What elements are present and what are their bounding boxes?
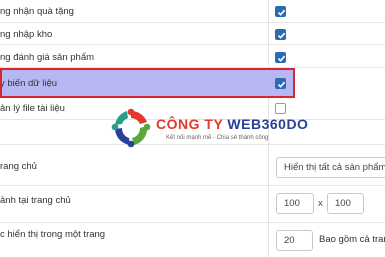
setting-row-image-size: ảnh tại trang chủ 100 x 100 [0,186,385,223]
setting-checkbox[interactable] [275,29,286,40]
setting-label: ng đánh giá sản phẩm [0,52,95,63]
per-page-suffix: Bao gồm cả trang [319,234,385,245]
setting-row: ng nhập kho [0,23,385,45]
company-logo-icon [111,108,151,148]
brand-prefix: CÔNG TY [156,116,228,132]
size-separator: x [318,198,323,209]
brand-slogan: Kết nối mạnh mẽ - Chia sẻ thành công [166,135,269,141]
setting-checkbox[interactable] [275,6,286,17]
per-page-input[interactable]: 20 [276,230,313,251]
setting-checkbox[interactable] [275,52,286,63]
checkmark-icon [277,55,286,62]
setting-label: c hiển thị trong một trang [0,229,106,240]
setting-row-home-display: rang chủ Hiển thị tất cả sản phẩm l [0,145,385,186]
image-height-input[interactable]: 100 [327,193,364,214]
highlight-border [0,68,295,98]
setting-label: ng nhập kho [0,29,53,40]
setting-row: ng nhận quà tặng [0,0,385,23]
image-width-input[interactable]: 100 [276,193,314,214]
brand-suffix: WEB360DO [227,116,309,132]
setting-label: ng nhận quà tặng [0,6,74,17]
checkmark-icon [277,9,286,16]
setting-label: ảnh tại trang chủ [0,195,71,206]
home-display-select[interactable]: Hiển thị tất cả sản phẩm l [276,157,385,178]
checkmark-icon [277,32,286,39]
company-watermark: CÔNG TY WEB360DO Kết nối mạnh mẽ - Chia … [110,107,310,149]
setting-row: ng đánh giá sản phẩm [0,45,385,68]
setting-row-per-page: c hiển thị trong một trang 20 Bao gồm cả… [0,223,385,257]
setting-label: rang chủ [0,161,37,172]
setting-label: ản lý file tài liệu [0,103,65,114]
brand-name: CÔNG TY WEB360DO [156,116,308,132]
